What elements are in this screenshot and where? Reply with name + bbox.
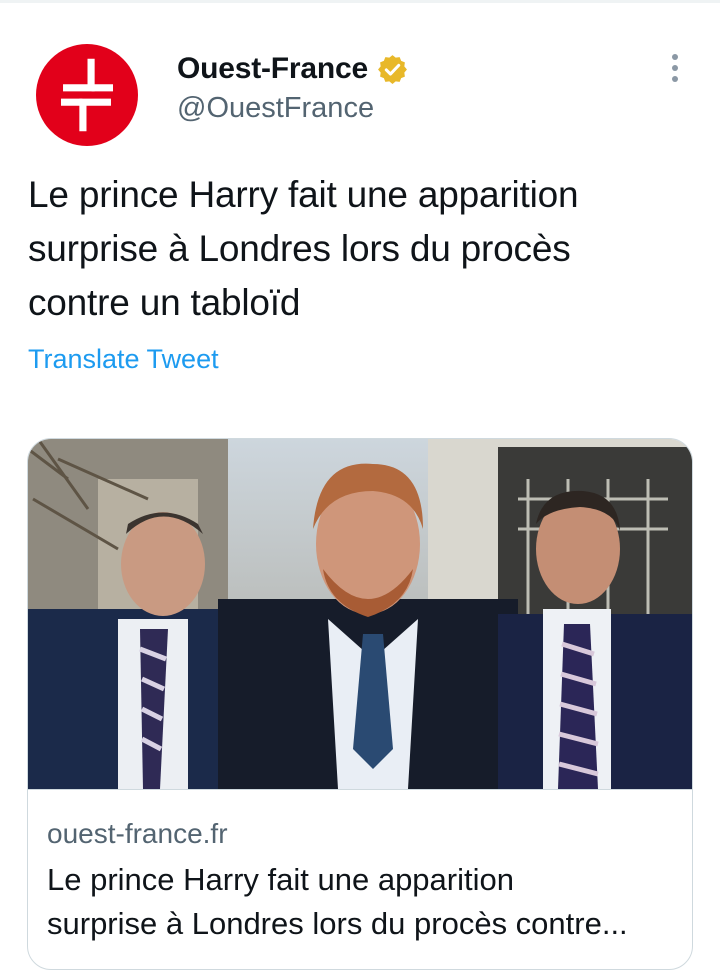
handle[interactable]: @OuestFrance bbox=[177, 92, 409, 125]
card-meta[interactable]: ouest-france.fr Le prince Harry fait une… bbox=[28, 789, 692, 941]
card-photo[interactable] bbox=[28, 439, 692, 789]
card-title: Le prince Harry fait une apparition surp… bbox=[47, 858, 677, 946]
tweet-text-line: contre un tabloïd bbox=[28, 282, 301, 323]
avatar[interactable] bbox=[36, 44, 138, 146]
verified-badge-icon bbox=[378, 54, 407, 84]
top-divider bbox=[0, 0, 720, 3]
display-name[interactable]: Ouest-France bbox=[177, 52, 368, 86]
translate-tweet-link[interactable]: Translate Tweet bbox=[28, 344, 219, 375]
tweet-text-line: Le prince Harry fait une apparition bbox=[28, 174, 579, 215]
tweet-author[interactable]: Ouest-France @OuestFrance bbox=[177, 52, 409, 125]
card-title-line: surprise à Londres lors du procès contre… bbox=[47, 906, 628, 941]
card-title-line: Le prince Harry fait une apparition bbox=[47, 862, 514, 897]
tweet-text-line: surprise à Londres lors du procès bbox=[28, 228, 571, 269]
more-vertical-icon[interactable] bbox=[663, 50, 687, 90]
tweet-text: Le prince Harry fait une apparition surp… bbox=[28, 168, 688, 330]
card-domain: ouest-france.fr bbox=[47, 818, 228, 849]
link-preview-card[interactable]: ouest-france.fr Le prince Harry fait une… bbox=[27, 438, 693, 970]
